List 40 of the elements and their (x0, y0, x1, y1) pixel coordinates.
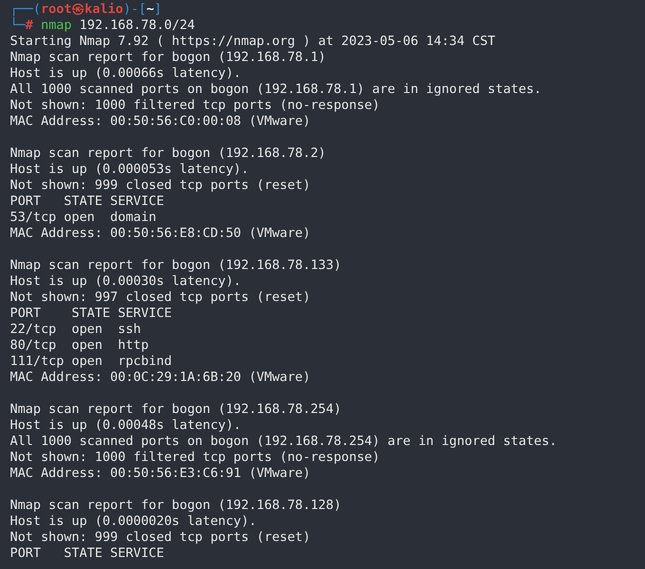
output-line: Host is up (0.00048s latency). (10, 418, 242, 434)
output-line: Not shown: 997 closed tcp ports (reset) (10, 290, 312, 306)
output-line: Starting Nmap 7.92 ( https://nmap.org ) at 2023-05-06 14:34 CST (10, 34, 496, 50)
output-line: Not shown: 999 closed tcp ports (reset) (10, 530, 312, 546)
prompt-frame: )-[ (123, 2, 146, 17)
output-line: PORT STATE SERVICE (10, 194, 166, 210)
output-line: 53/tcp open domain (10, 210, 158, 226)
output-line: PORT STATE SERVICE (10, 306, 173, 322)
prompt-at-sign: ㉿ (72, 2, 85, 17)
output-line: All 1000 scanned ports on bogon (192.168.78.254) are in ignored states. (10, 434, 558, 450)
prompt-frame: ┌──( (10, 2, 41, 17)
output-line: MAC Address: 00:50:56:C0:00:08 (VMware) (10, 114, 312, 130)
output-line: 22/tcp open ssh (10, 322, 142, 338)
output-line: Nmap scan report for bogon (192.168.78.133) (10, 258, 342, 274)
output-line: Not shown: 999 closed tcp ports (reset) (10, 178, 312, 194)
output-line: MAC Address: 00:0C:29:1A:6B:20 (VMware) (10, 370, 312, 386)
output-line: Host is up (0.00030s latency). (10, 274, 242, 290)
prompt-user: root (40, 2, 72, 17)
output-line: All 1000 scanned ports on bogon (192.168.78.1) are in ignored states. (10, 82, 543, 98)
output-line: Nmap scan report for bogon (192.168.78.2) (10, 146, 327, 162)
output-line: Nmap scan report for bogon (192.168.78.128) (10, 498, 342, 514)
prompt-symbol: # (25, 18, 34, 33)
output-line: Not shown: 1000 filtered tcp ports (no-response) (10, 98, 381, 114)
output-line: Host is up (0.0000020s latency). (10, 514, 258, 530)
output-line: Nmap scan report for bogon (192.168.78.254) (10, 402, 342, 418)
output-line: MAC Address: 00:50:56:E8:CD:50 (VMware) (10, 226, 312, 242)
prompt-host: kalio (84, 2, 124, 17)
output-line: 80/tcp open http (10, 338, 150, 354)
output-line: MAC Address: 00:50:56:E3:C6:91 (VMware) (10, 466, 312, 482)
command-name: nmap (40, 18, 72, 33)
output-line: Host is up (0.00066s latency). (10, 66, 242, 82)
command-arguments: 192.168.78.0/24 (79, 18, 195, 33)
prompt-frame: ] (154, 2, 162, 17)
output-line: 111/tcp open rpcbind (10, 354, 173, 370)
output-line: Not shown: 1000 filtered tcp ports (no-response) (10, 450, 381, 466)
output-line: PORT STATE SERVICE (10, 546, 166, 562)
prompt-directory: ~ (146, 2, 154, 17)
output-line: Nmap scan report for bogon (192.168.78.1) (10, 50, 327, 66)
output-line: Host is up (0.000053s latency). (10, 162, 250, 178)
prompt-frame: └─ (10, 18, 26, 33)
